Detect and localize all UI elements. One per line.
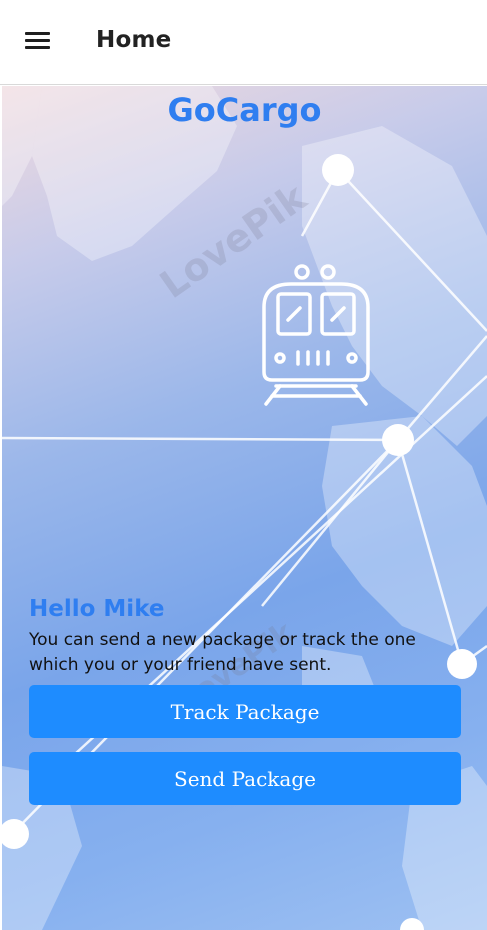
send-package-button[interactable]: Send Package	[29, 752, 461, 805]
welcome-description: You can send a new package or track the …	[29, 630, 416, 675]
hamburger-menu-icon[interactable]	[25, 32, 50, 50]
hero-banner: GoCargo LovePik LovePik Hello Mike You c…	[2, 86, 487, 930]
app-bar: Home	[0, 0, 487, 85]
train-icon	[262, 264, 370, 406]
track-package-button[interactable]: Track Package	[29, 685, 461, 738]
brand-logo-text: GoCargo	[167, 91, 322, 129]
page-title: Home	[96, 27, 172, 53]
greeting-heading: Hello Mike	[29, 596, 165, 622]
